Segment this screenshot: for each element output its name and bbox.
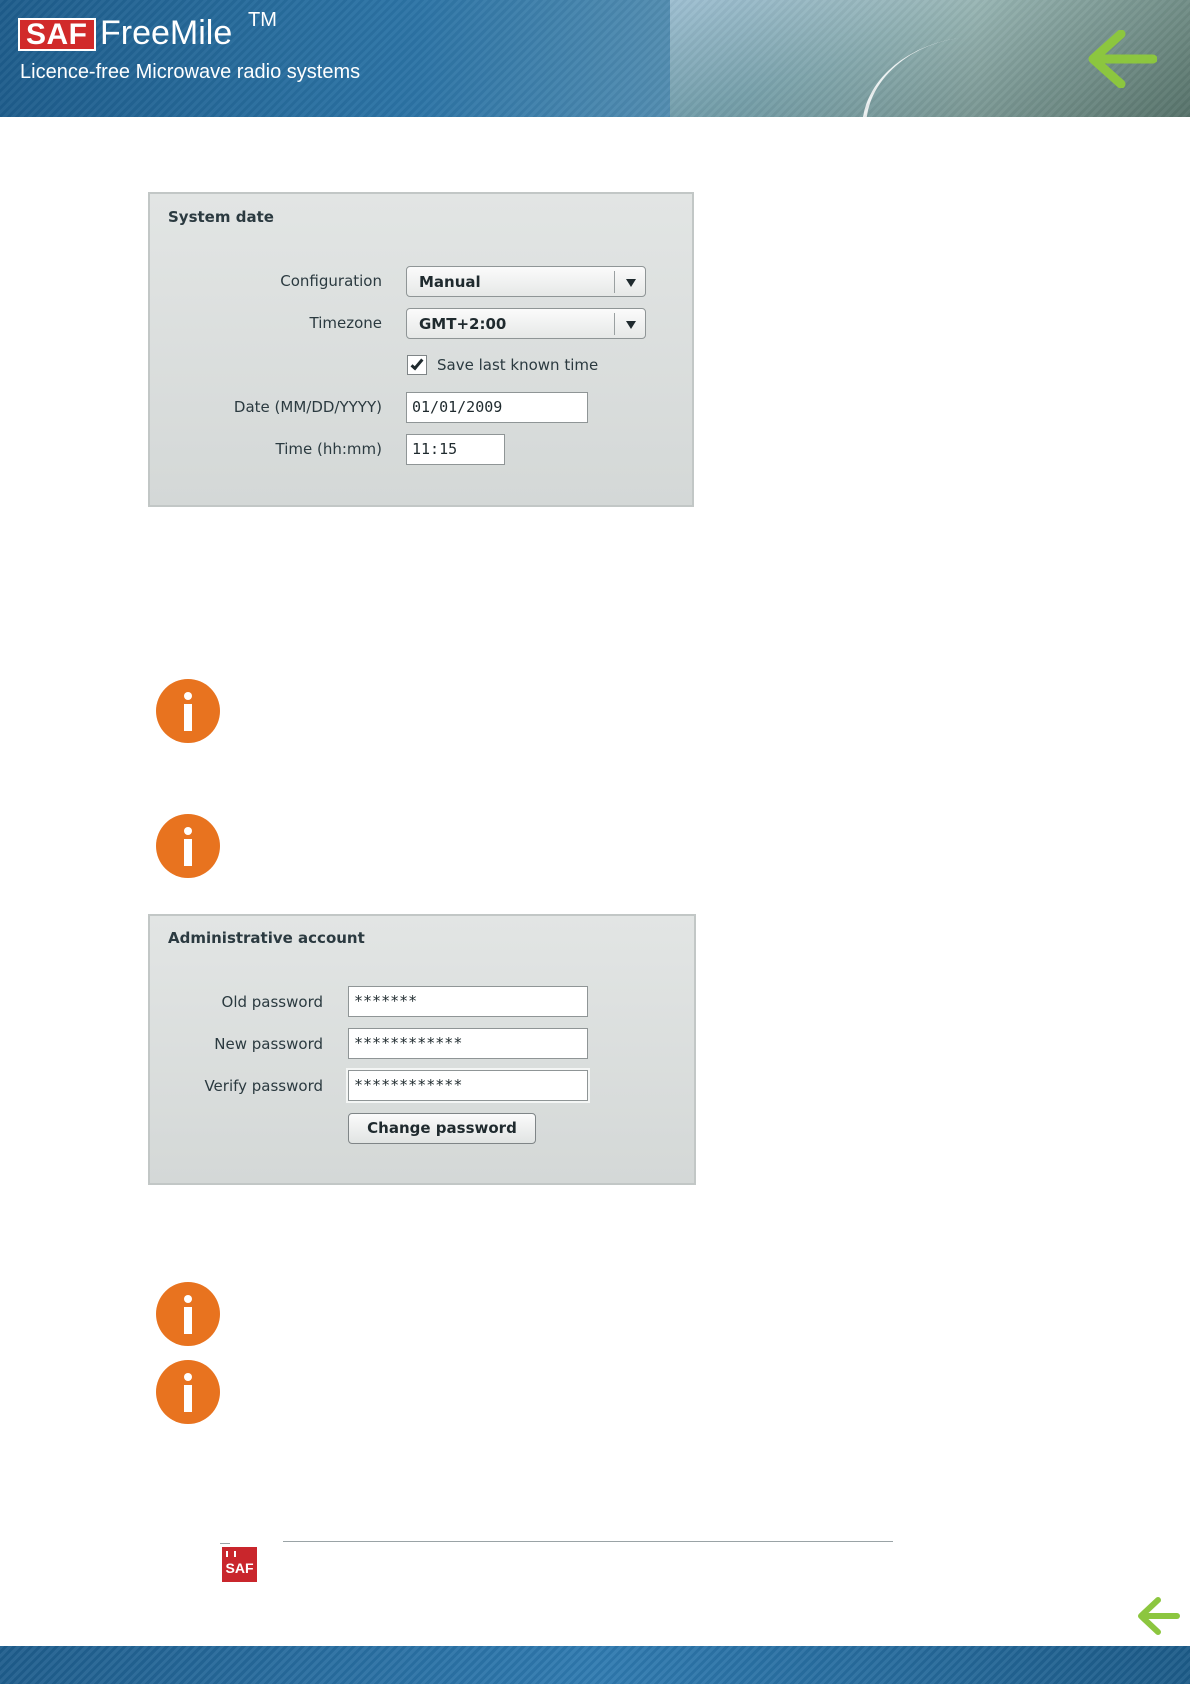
time-label: Time (hh:mm) (275, 440, 382, 458)
save-last-known-time-checkbox[interactable] (407, 355, 427, 375)
info-icon (156, 814, 220, 878)
trademark-mark: TM (248, 9, 277, 31)
verify-password-label: Verify password (204, 1077, 323, 1095)
info-icon (156, 1360, 220, 1424)
saf-footer-logo: SAF (222, 1547, 257, 1582)
change-password-button[interactable]: Change password (348, 1113, 536, 1144)
system-date-panel: System date Configuration Manual Timezon… (148, 192, 694, 507)
footer-band (0, 1646, 1190, 1684)
timezone-select[interactable]: GMT+2:00 (406, 308, 646, 339)
footer-mark (220, 1543, 230, 1544)
configuration-value: Manual (419, 273, 481, 291)
old-password-field[interactable]: ******* (348, 986, 588, 1017)
date-field[interactable]: 01/01/2009 (406, 392, 588, 423)
header-banner: SAF FreeMile TM Licence-free Microwave r… (0, 0, 1190, 117)
configuration-select[interactable]: Manual (406, 266, 646, 297)
back-arrow-icon[interactable] (1136, 1596, 1180, 1636)
verify-password-field[interactable]: ************ (348, 1070, 588, 1101)
product-name: FreeMile (100, 14, 233, 52)
old-password-label: Old password (221, 993, 323, 1011)
date-label: Date (MM/DD/YYYY) (233, 398, 382, 416)
time-field[interactable]: 11:15 (406, 434, 505, 465)
back-arrow-icon[interactable] (1085, 30, 1157, 88)
product-tagline: Licence-free Microwave radio systems (20, 61, 361, 83)
info-icon (156, 679, 220, 743)
checkmark-icon (410, 356, 424, 371)
administrative-account-panel: Administrative account Old password ****… (148, 914, 696, 1185)
chevron-down-icon (626, 321, 636, 329)
new-password-label: New password (214, 1035, 323, 1053)
new-password-field[interactable]: ************ (348, 1028, 588, 1059)
configuration-label: Configuration (280, 272, 382, 290)
timezone-value: GMT+2:00 (419, 315, 507, 333)
saf-logo: SAF (18, 18, 96, 51)
info-icon (156, 1282, 220, 1346)
save-last-known-time-label: Save last known time (437, 356, 599, 374)
timezone-label: Timezone (309, 314, 383, 332)
footer-rule (283, 1541, 893, 1542)
panel-title: Administrative account (168, 929, 365, 947)
panel-title: System date (168, 208, 274, 226)
chevron-down-icon (626, 279, 636, 287)
